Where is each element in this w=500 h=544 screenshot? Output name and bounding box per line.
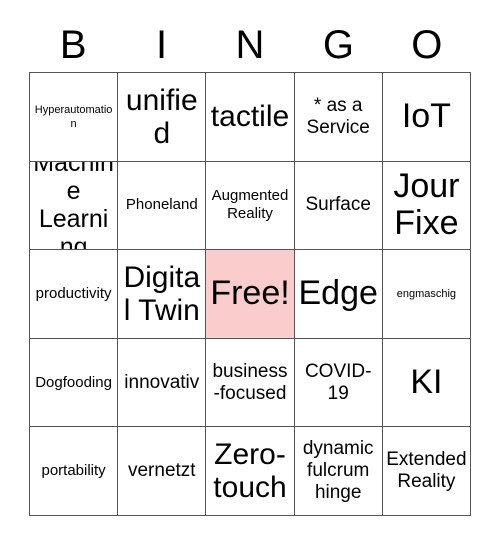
bingo-cell-label: Extended Reality [386, 449, 467, 493]
bingo-cell[interactable]: KI [382, 338, 471, 428]
bingo-cell[interactable]: vernetzt [118, 427, 207, 516]
bingo-cell[interactable]: portability [30, 427, 119, 516]
bingo-cell-label: Phoneland [125, 196, 198, 214]
bingo-cell-label: COVID-19 [304, 360, 372, 404]
bingo-cell-label: Zero-touch [213, 438, 287, 505]
bingo-cell-label: portability [41, 462, 106, 480]
bingo-cell-label: innovativ [124, 371, 200, 393]
bingo-cell-label: engmaschig [396, 287, 457, 300]
bingo-cell-label: productivity [35, 284, 112, 302]
bingo-cell[interactable]: Edge [294, 250, 383, 339]
bingo-cell[interactable]: Machine Learning [30, 161, 119, 251]
header-letter-i: I [156, 23, 168, 67]
bingo-cell-label: Jour Fixe [393, 167, 460, 243]
bingo-card: B I N G O Hyperautomation unified tactile *… [0, 0, 500, 544]
bingo-cell[interactable]: Augmented Reality [206, 161, 295, 251]
bingo-cell-label: business-focused [212, 360, 288, 404]
bingo-cell[interactable]: Surface [294, 161, 383, 251]
header-letter-g: G [322, 23, 354, 67]
bingo-cell-label: unified [125, 83, 198, 150]
bingo-cell[interactable]: business-focused [206, 338, 295, 428]
bingo-cell[interactable]: IoT [382, 73, 471, 162]
bingo-cell-label: Surface [305, 194, 371, 216]
bingo-cell[interactable]: Hyperautomation [30, 73, 119, 162]
header-letter-b: B [59, 23, 87, 67]
bingo-cell[interactable]: COVID-19 [294, 338, 383, 428]
bingo-cell-label: vernetzt [127, 460, 196, 482]
bingo-cell[interactable]: Zero-touch [206, 427, 295, 516]
bingo-cell-label: IoT [401, 97, 451, 136]
bingo-cell[interactable]: Extended Reality [382, 427, 471, 516]
bingo-grid: Hyperautomation unified tactile * as a Serv… [29, 72, 471, 516]
bingo-cell[interactable]: Phoneland [118, 161, 207, 251]
bingo-cell-label: * as a Service [306, 94, 370, 138]
bingo-cell-label: Edge [298, 274, 378, 313]
bingo-cell-label: Machine Learning [33, 161, 114, 251]
header-letter-n: N [235, 23, 265, 67]
bingo-cell[interactable]: Dogfooding [30, 338, 119, 428]
bingo-cell-label: Augmented Reality [211, 187, 289, 223]
bingo-cell[interactable]: innovativ [118, 338, 207, 428]
bingo-cell-label: tactile [210, 100, 290, 134]
bingo-cell-label: Hyperautomation [34, 103, 113, 130]
bingo-cell-label: KI [410, 363, 443, 402]
bingo-cell-label: Free! [210, 274, 290, 313]
bingo-cell-label: Dogfooding [35, 373, 112, 391]
bingo-cell[interactable]: engmaschig [382, 250, 471, 339]
bingo-cell[interactable]: dynamic fulcrum hinge [294, 427, 383, 516]
header-letter-o: O [411, 23, 443, 67]
bingo-cell-label: dynamic fulcrum hinge [302, 438, 374, 504]
bingo-cell-label: Digital Twin [123, 260, 201, 327]
bingo-header: B I N G O [29, 18, 471, 72]
bingo-cell[interactable]: Digital Twin [118, 250, 207, 339]
bingo-cell[interactable]: unified [118, 73, 207, 162]
bingo-cell[interactable]: tactile [206, 73, 295, 162]
bingo-cell[interactable]: Jour Fixe [382, 161, 471, 251]
bingo-cell[interactable]: productivity [30, 250, 119, 339]
bingo-free-cell[interactable]: Free! [206, 250, 295, 339]
bingo-cell[interactable]: * as a Service [294, 73, 383, 162]
